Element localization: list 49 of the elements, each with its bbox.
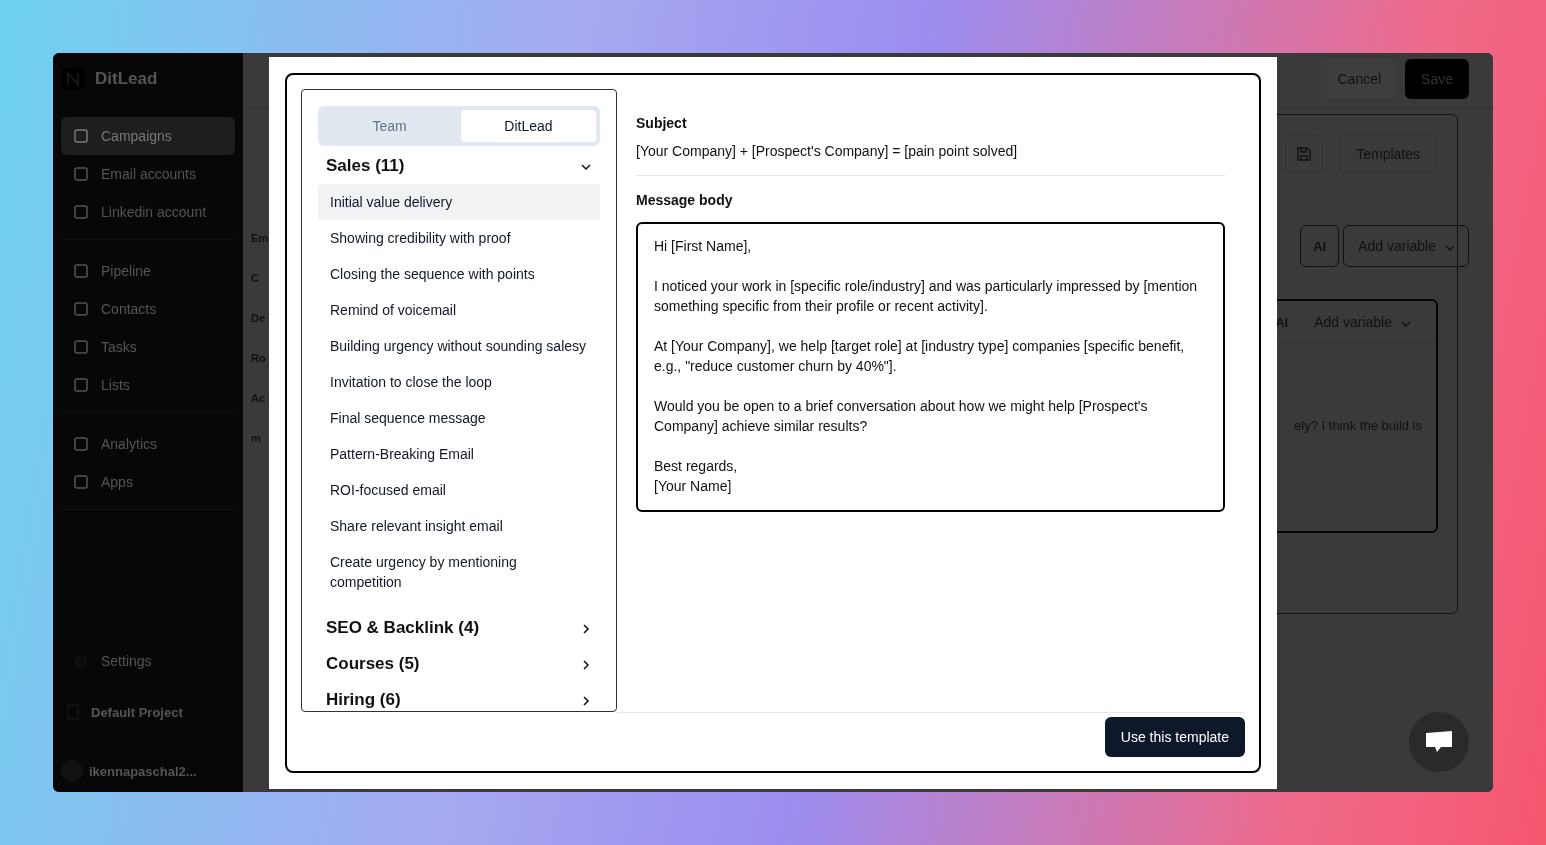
category-header[interactable]: Hiring (6) xyxy=(318,684,600,711)
subject-text: [Your Company] + [Prospect's Company] = [pain point solved] xyxy=(636,143,1225,176)
speech-bubble-icon xyxy=(1424,730,1454,754)
nav-item[interactable]: Apps xyxy=(61,463,235,501)
nav-item[interactable]: Lists xyxy=(61,366,235,404)
message-body-label: Message body xyxy=(636,192,734,208)
template-item[interactable]: Create urgency by mentioning competition xyxy=(318,544,600,600)
use-template-button[interactable]: Use this template xyxy=(1104,717,1245,757)
nav-item[interactable]: Contacts xyxy=(61,290,235,328)
nav-icon xyxy=(73,263,89,279)
template-item[interactable]: Invitation to close the loop xyxy=(318,364,600,400)
tab[interactable]: Team xyxy=(322,110,457,142)
nav-icon xyxy=(73,436,89,452)
template-item[interactable]: Showing credibility with proof xyxy=(318,220,600,256)
body-paragraph: At [Your Company], we help [target role] at [industry type] companies [specific benefit, e.g., "reduce customer churn by 40%"]. xyxy=(654,337,1186,376)
user-menu[interactable]: ikennapaschal2... xyxy=(61,760,235,782)
body-paragraph: Hi [First Name], xyxy=(654,237,753,256)
template-item[interactable]: ROI-focused email xyxy=(318,472,600,508)
category-header[interactable]: Sales (11) xyxy=(318,150,600,182)
settings-link[interactable]: Settings xyxy=(61,642,235,680)
nav-icon xyxy=(73,301,89,317)
body-paragraph: I noticed your work in [specific role/industry] and was particularly impressed by [mention something specific from their profile or recent activity]. xyxy=(654,277,1199,316)
nav-item[interactable]: Linkedin account xyxy=(61,193,235,231)
body-paragraph: Best regards, [Your Name] xyxy=(654,457,739,496)
template-item[interactable]: Final sequence message xyxy=(318,400,600,436)
nav-icon xyxy=(73,128,89,144)
category-header[interactable]: SEO & Backlink (4) xyxy=(318,612,600,644)
nav-item[interactable]: Campaigns xyxy=(61,117,235,155)
nav-icon xyxy=(73,474,89,490)
template-item[interactable]: Closing the sequence with points xyxy=(318,256,600,292)
template-item[interactable]: Building urgency without sounding salesy xyxy=(318,328,600,364)
nav-icon xyxy=(73,377,89,393)
nav-icon xyxy=(73,166,89,182)
project-selector[interactable]: Default Project xyxy=(61,680,235,760)
nav-item[interactable]: Email accounts xyxy=(61,155,235,193)
template-item[interactable]: Share relevant insight email xyxy=(318,508,600,544)
body-paragraph: Would you be open to a brief conversation about how we might help [Prospect's Company] achieve similar results? xyxy=(654,397,1149,436)
nav-item[interactable]: Analytics xyxy=(61,425,235,463)
category-header[interactable]: Courses (5) xyxy=(318,648,600,680)
tab[interactable]: DitLead xyxy=(461,110,596,142)
nav-icon xyxy=(73,204,89,220)
template-item[interactable]: Remind of voicemail xyxy=(318,292,600,328)
nav-item[interactable]: Pipeline xyxy=(61,252,235,290)
template-item[interactable]: Pattern-Breaking Email xyxy=(318,436,600,472)
subject-label: Subject xyxy=(636,115,688,131)
nav-item[interactable]: Tasks xyxy=(61,328,235,366)
nav-icon xyxy=(73,339,89,355)
template-item[interactable]: Initial value delivery xyxy=(318,184,600,220)
brand-name: DitLead xyxy=(95,69,158,89)
